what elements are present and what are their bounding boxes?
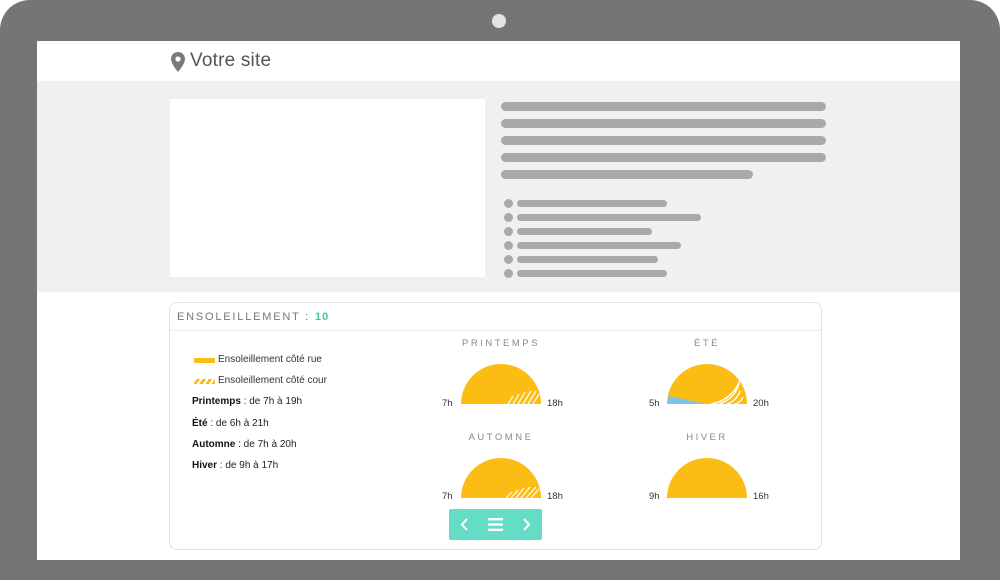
menu-icon	[488, 518, 503, 531]
chevron-left-icon	[460, 518, 468, 531]
text-line-placeholder	[501, 153, 826, 162]
hour-start-ete: 5h	[649, 398, 660, 409]
season-title-ete: ÉTÉ	[694, 338, 720, 349]
hour-start-printemps: 7h	[442, 398, 453, 409]
bullet-line-placeholder	[517, 256, 658, 263]
hour-start-automne: 7h	[442, 491, 453, 502]
content-band	[37, 81, 960, 292]
bullet-dot	[504, 199, 513, 208]
site-title: Votre site	[190, 50, 272, 71]
season-nav-control	[449, 509, 542, 540]
season-hours-hiver: Hiver : de 9h à 17h	[192, 460, 279, 471]
hour-start-hiver: 9h	[649, 491, 660, 502]
sunlight-title: ENSOLEILLEMENT : 10	[177, 311, 329, 323]
season-hours-automne: Automne : de 7h à 20h	[192, 439, 297, 450]
sun-chart-printemps	[461, 364, 541, 405]
next-button[interactable]	[511, 509, 542, 540]
season-hours-printemps: Printemps : de 7h à 19h	[192, 396, 303, 407]
bullet-dot	[504, 269, 513, 278]
browser-screen: Votre site ENSOLEILLEMENT: 10 Ensoleill…	[37, 41, 960, 560]
sunlight-card: ENSOLEILLEMENT : 10 Ensoleillement côté …	[169, 302, 822, 550]
location-pin-icon	[171, 52, 185, 72]
hour-end-hiver: 16h	[753, 491, 769, 502]
text-line-placeholder	[501, 170, 753, 179]
menu-button[interactable]	[480, 509, 511, 540]
sun-chart-ete	[667, 364, 747, 405]
bullet-dot	[504, 213, 513, 222]
sun-chart-hiver	[667, 458, 747, 498]
hour-end-printemps: 18h	[547, 398, 563, 409]
card-header: ENSOLEILLEMENT : 10	[170, 303, 821, 331]
legend-street: Ensoleillement côté rue	[218, 354, 322, 365]
season-title-hiver: HIVER	[686, 432, 728, 443]
hour-end-ete: 20h	[753, 398, 769, 409]
legend-courtyard: Ensoleillement côté cour	[218, 375, 327, 386]
bullet-line-placeholder	[517, 200, 667, 207]
text-line-placeholder	[501, 119, 826, 128]
sunlight-title-label: ENSOLEILLEMENT :	[177, 311, 311, 323]
bullet-line-placeholder	[517, 214, 701, 221]
bullet-line-placeholder	[517, 242, 681, 249]
season-title-printemps: PRINTEMPS	[462, 338, 540, 349]
bullet-dot	[504, 255, 513, 264]
bullet-line-placeholder	[517, 228, 652, 235]
text-line-placeholder	[501, 136, 826, 145]
camera-icon	[492, 14, 506, 28]
image-placeholder	[170, 99, 485, 277]
hour-end-automne: 18h	[547, 491, 563, 502]
bullet-dot	[504, 241, 513, 250]
sunlight-score: 10	[315, 311, 330, 323]
bullet-dot	[504, 227, 513, 236]
legend-swatch-courtyard	[194, 379, 215, 384]
season-hours-ete: Été : de 6h à 21h	[192, 418, 269, 429]
bullet-line-placeholder	[517, 270, 667, 277]
text-line-placeholder	[501, 102, 826, 111]
season-title-automne: AUTOMNE	[468, 432, 534, 443]
chevron-right-icon	[523, 518, 531, 531]
legend-swatch-street	[194, 358, 215, 363]
device-frame: Votre site ENSOLEILLEMENT: 10 Ensoleill…	[0, 0, 1000, 580]
sun-chart-automne	[461, 458, 541, 499]
prev-button[interactable]	[449, 509, 480, 540]
site-header: Votre site	[37, 41, 960, 81]
